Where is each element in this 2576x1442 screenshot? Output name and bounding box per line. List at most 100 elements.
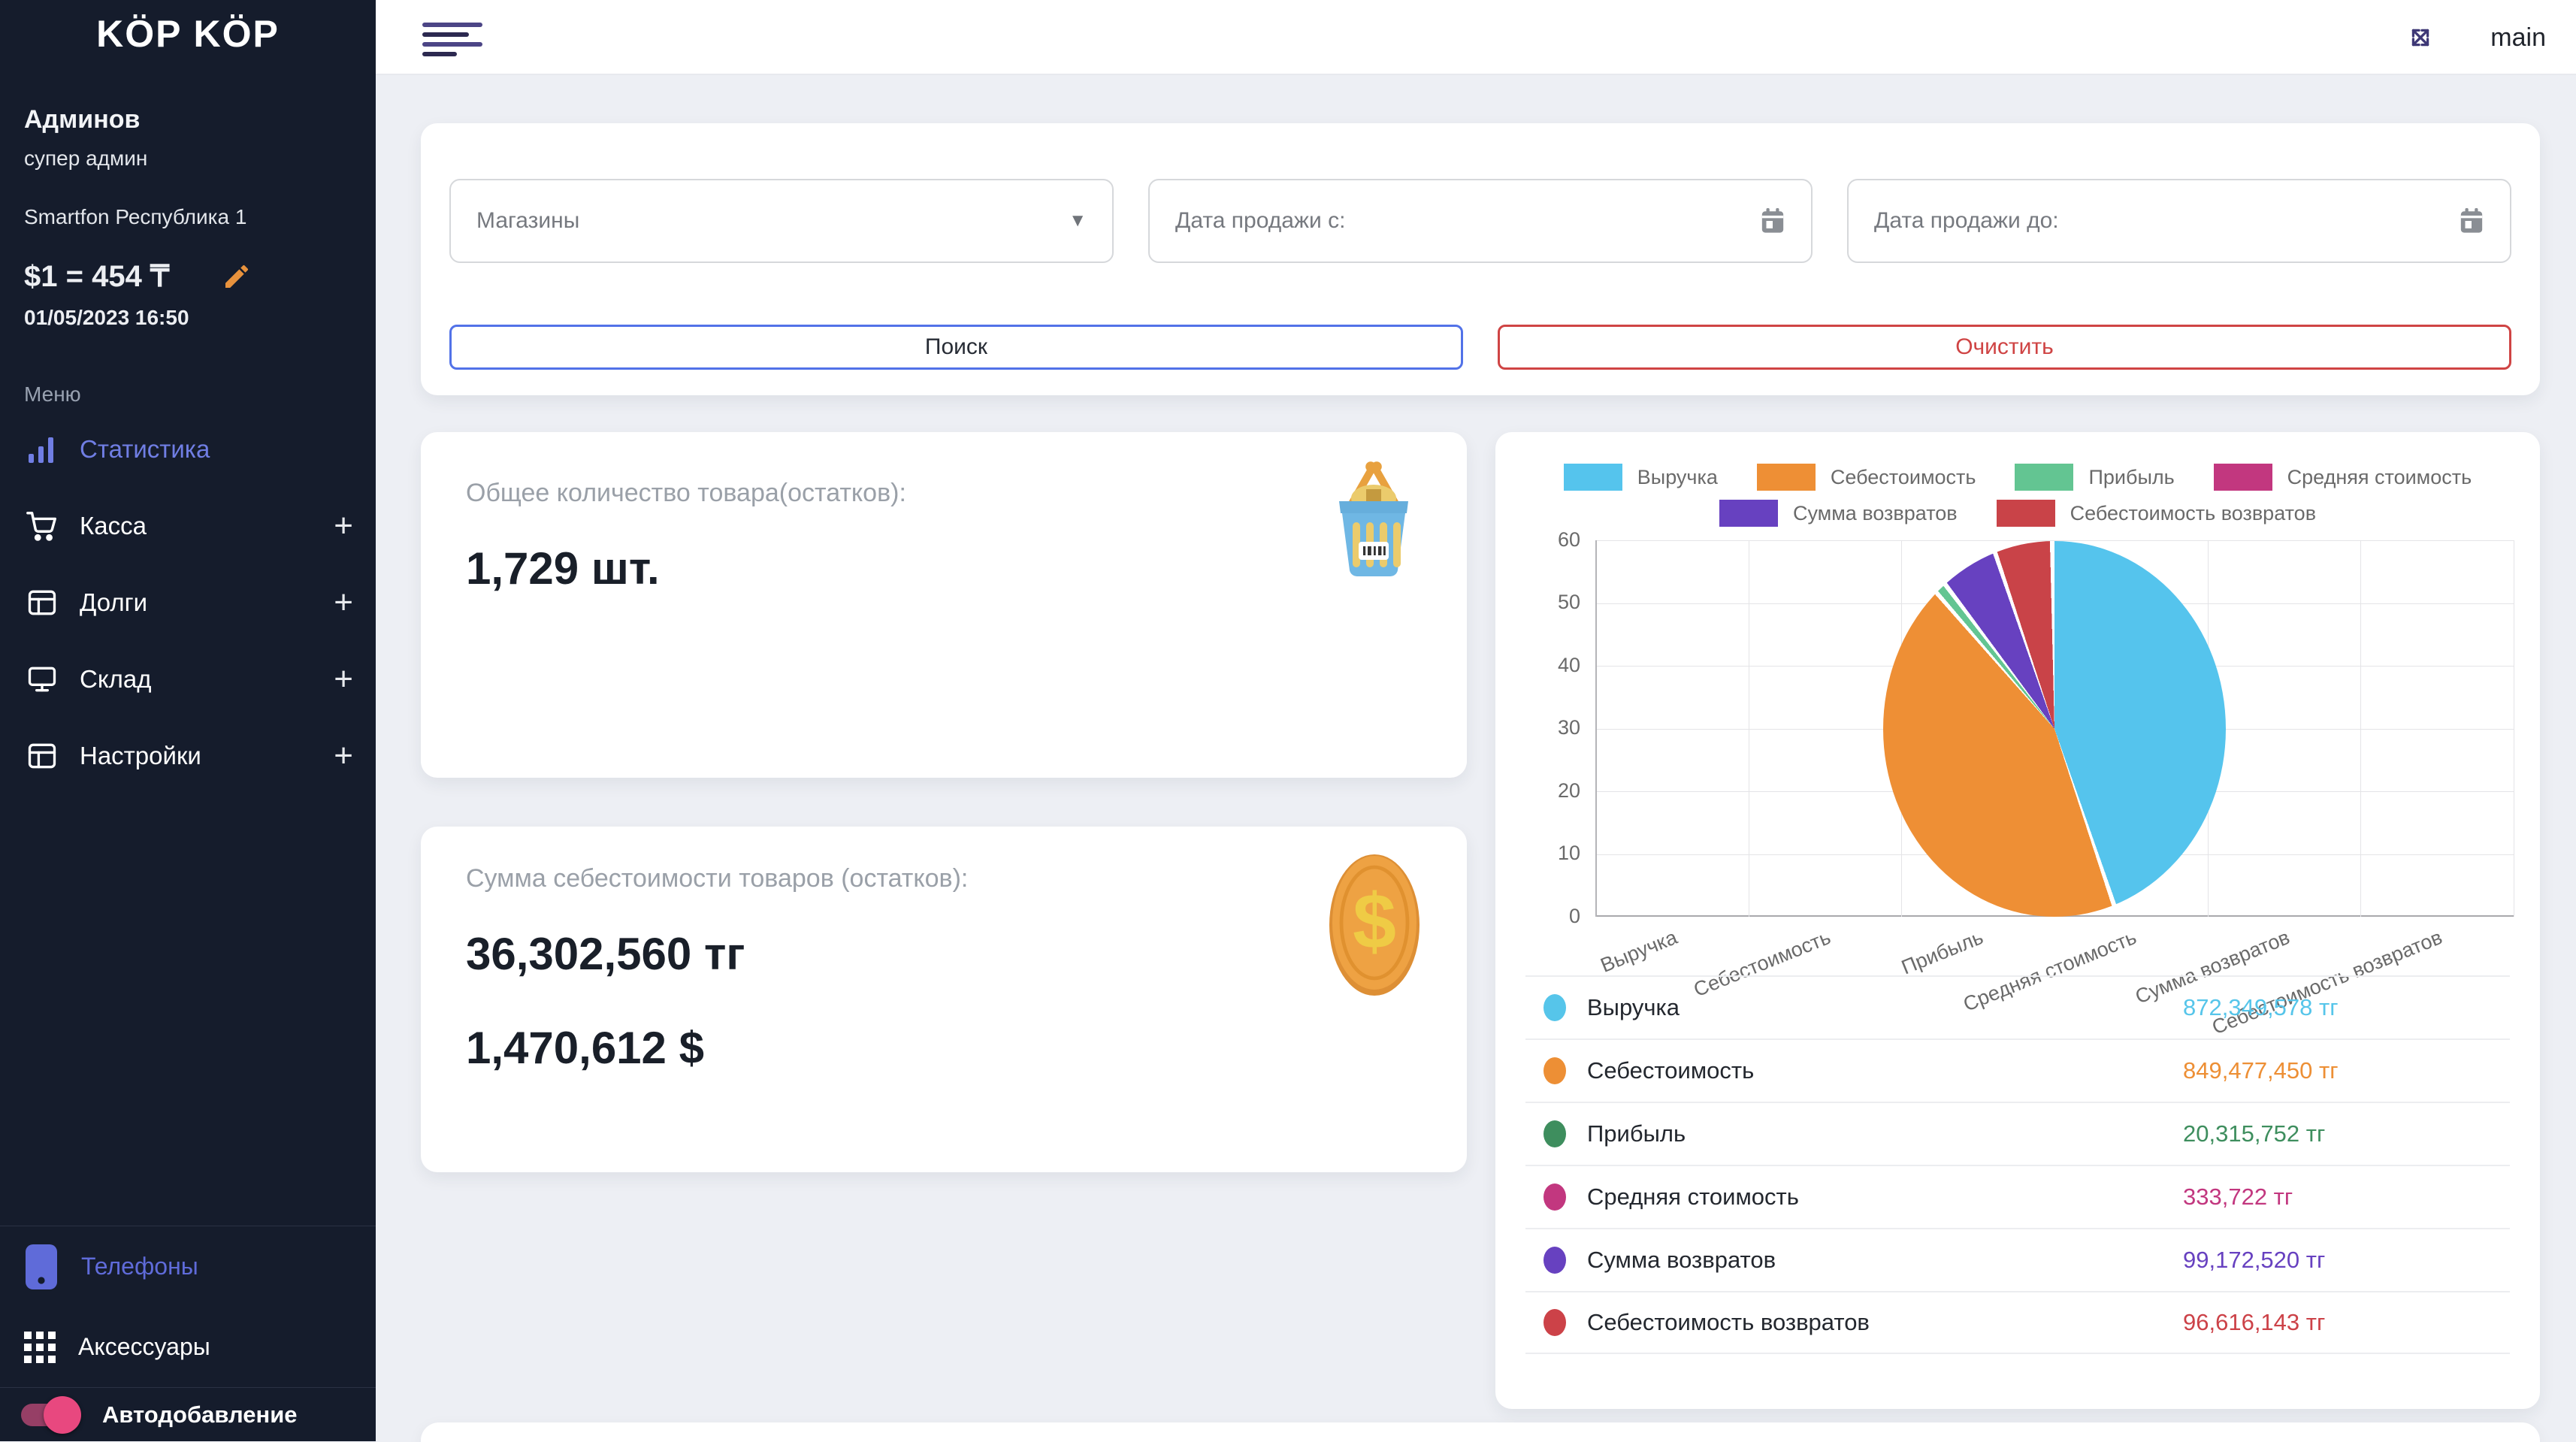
legend-swatch	[2015, 464, 2073, 491]
calendar-icon[interactable]	[2459, 207, 2484, 235]
legend-swatch	[1757, 464, 1816, 491]
legend-item[interactable]: Себестоимость	[1757, 464, 1976, 491]
pie	[1883, 541, 2226, 917]
monitor-icon	[24, 663, 60, 696]
main-content: Магазины ▼ Дата продажи с: Дата продажи …	[376, 77, 2576, 1441]
series-dot	[1543, 1120, 1566, 1147]
cost-label: Сумма себестоимости товаров (остатков):	[466, 864, 1422, 893]
toggle-knob	[44, 1396, 81, 1434]
sidebar-item-accessories[interactable]: Аксессуары	[0, 1307, 376, 1387]
series-value: 96,616,143 тг	[2183, 1309, 2325, 1336]
series-value: 20,315,752 тг	[2183, 1120, 2325, 1147]
svg-text:$: $	[1353, 878, 1396, 966]
sidebar-item-label: Настройки	[80, 742, 334, 770]
chevron-down-icon: ▼	[1069, 210, 1087, 231]
fullscreen-expand-icon[interactable]	[2403, 20, 2438, 55]
autoadd-row: Автодобавление	[0, 1388, 376, 1441]
sidebar-item-statistics[interactable]: Статистика	[0, 411, 376, 488]
series-dot	[1543, 1184, 1566, 1211]
date-from-input[interactable]: Дата продажи с:	[1148, 179, 1813, 263]
legend-item[interactable]: Себестоимость возвратов	[1997, 500, 2316, 527]
grid-icon	[24, 1332, 56, 1363]
expand-plus-icon[interactable]: +	[334, 509, 353, 543]
series-label: Прибыль	[1587, 1120, 1686, 1147]
expand-plus-icon[interactable]: +	[334, 586, 353, 619]
dollar-coin-icon: $	[1329, 854, 1420, 996]
sidebar-item-warehouse[interactable]: Склад +	[0, 641, 376, 718]
branch-label[interactable]: main	[2490, 23, 2546, 53]
app-logo: KÖP KÖP	[0, 12, 376, 56]
stats-row: Средняя стоимость 333,722 тг	[1525, 1165, 2510, 1228]
cost-value-usd: 1,470,612 $	[466, 1022, 1422, 1074]
legend-swatch	[1564, 464, 1622, 491]
legend-swatch	[1719, 500, 1778, 527]
sidebar-item-label: Телефоны	[81, 1253, 198, 1280]
sidebar-item-label: Аксессуары	[78, 1333, 210, 1361]
shops-select[interactable]: Магазины ▼	[449, 179, 1114, 263]
date-to-placeholder: Дата продажи до:	[1874, 208, 2459, 234]
y-axis-tick: 40	[1514, 654, 1580, 677]
y-axis-tick: 0	[1514, 905, 1580, 928]
series-value: 99,172,520 тг	[2183, 1247, 2325, 1274]
legend-swatch	[2214, 464, 2272, 491]
sidebar-item-debts[interactable]: Долги +	[0, 564, 376, 641]
filter-card: Магазины ▼ Дата продажи с: Дата продажи …	[421, 123, 2540, 395]
legend-label: Прибыль	[2088, 466, 2174, 489]
expand-plus-icon[interactable]: +	[334, 663, 353, 696]
legend-label: Себестоимость	[1831, 466, 1976, 489]
topbar: main	[376, 0, 2576, 75]
hamburger-menu-icon[interactable]	[422, 23, 482, 62]
autoadd-toggle[interactable]	[21, 1404, 75, 1426]
stats-row: Прибыль 20,315,752 тг	[1525, 1102, 2510, 1165]
sidebar-item-label: Статистика	[80, 435, 353, 464]
quantity-label: Общее количество товара(остатков):	[466, 479, 1422, 508]
series-value: 872,349,578 тг	[2183, 994, 2339, 1021]
calendar-icon[interactable]	[1760, 207, 1785, 235]
user-role: супер админ	[24, 147, 352, 171]
edit-rate-pencil-icon[interactable]	[222, 261, 252, 292]
sidebar-item-cashbox[interactable]: Касса +	[0, 488, 376, 564]
series-dot	[1543, 1057, 1566, 1084]
shopping-basket-icon	[1327, 459, 1420, 578]
chart-card: Выручка Себестоимость Прибыль Средняя ст…	[1495, 432, 2540, 1409]
sidebar-item-label: Долги	[80, 588, 334, 617]
legend-item[interactable]: Прибыль	[2015, 464, 2174, 491]
expand-plus-icon[interactable]: +	[334, 739, 353, 772]
legend-label: Средняя стоимость	[2287, 466, 2472, 489]
legend-item[interactable]: Выручка	[1564, 464, 1718, 491]
legend-label: Сумма возвратов	[1793, 502, 1958, 525]
series-value: 849,477,450 тг	[2183, 1057, 2339, 1084]
stats-row: Себестоимость 849,477,450 тг	[1525, 1038, 2510, 1102]
date-to-input[interactable]: Дата продажи до:	[1847, 179, 2511, 263]
series-dot	[1543, 1247, 1566, 1274]
quantity-value: 1,729 шт.	[466, 543, 1422, 594]
next-card-partial	[421, 1422, 2540, 1442]
sidebar-item-settings[interactable]: Настройки +	[0, 718, 376, 794]
series-dot	[1543, 1309, 1566, 1336]
panel-layout-icon	[24, 739, 60, 772]
quantity-card: Общее количество товара(остатков): 1,729…	[421, 432, 1467, 778]
series-label: Себестоимость возвратов	[1587, 1309, 1870, 1336]
y-axis-tick: 20	[1514, 779, 1580, 803]
bar-chart-icon	[24, 433, 60, 466]
series-label: Выручка	[1587, 994, 1680, 1021]
exchange-rate: $1 = 454 ₸	[24, 259, 169, 294]
sidebar-item-phones[interactable]: Телефоны	[0, 1226, 376, 1307]
shops-select-value: Магазины	[476, 208, 1069, 234]
autoadd-label: Автодобавление	[102, 1401, 298, 1428]
cost-card: Сумма себестоимости товаров (остатков): …	[421, 827, 1467, 1172]
clear-button[interactable]: Очистить	[1498, 325, 2511, 370]
stats-list: Выручка 872,349,578 тг Себестоимость 849…	[1525, 975, 2510, 1354]
series-dot	[1543, 994, 1566, 1021]
y-axis-tick: 50	[1514, 591, 1580, 614]
search-button[interactable]: Поиск	[449, 325, 1463, 370]
user-block: Админов супер админ Smartfon Республика …	[0, 105, 376, 330]
menu-heading: Меню	[24, 382, 376, 407]
user-name: Админов	[24, 105, 352, 135]
cart-icon	[24, 509, 60, 543]
legend-swatch	[1997, 500, 2055, 527]
legend-item[interactable]: Сумма возвратов	[1719, 500, 1958, 527]
legend-item[interactable]: Средняя стоимость	[2214, 464, 2472, 491]
x-axis-label: Выручка	[1598, 926, 1681, 978]
rate-datetime: 01/05/2023 16:50	[24, 306, 352, 330]
